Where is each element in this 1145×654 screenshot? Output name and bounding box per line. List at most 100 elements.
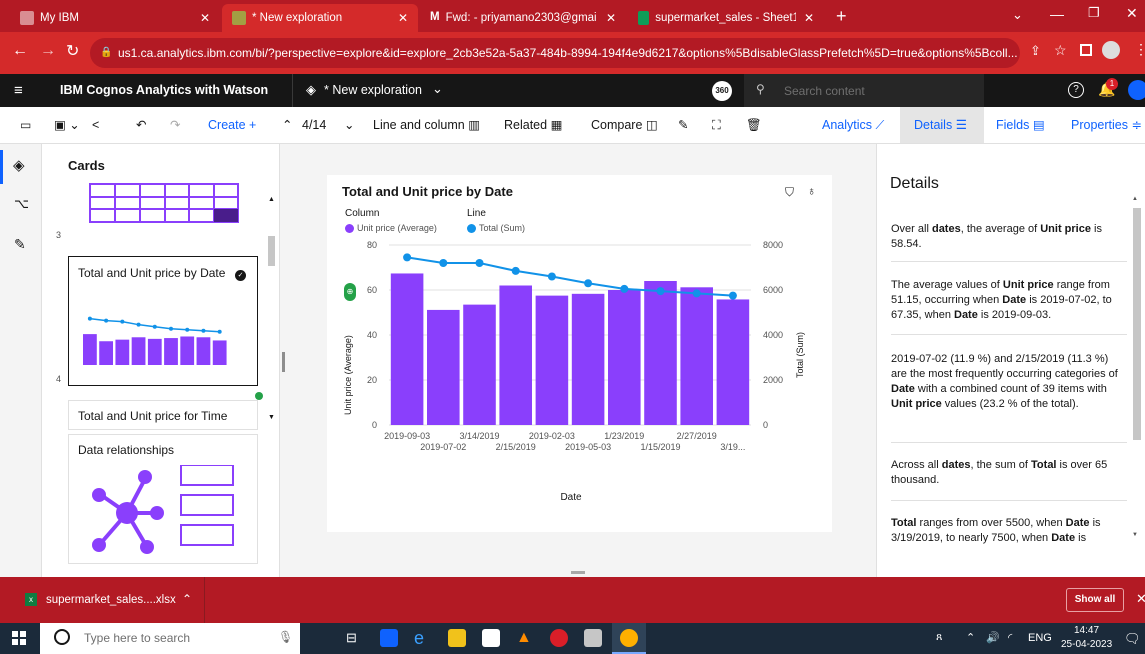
panel-resize-handle[interactable]	[282, 352, 285, 372]
bar[interactable]	[427, 309, 460, 425]
clock-time[interactable]: 14:47	[1074, 625, 1099, 636]
tab-new-exploration[interactable]: * New exploration ✕	[222, 4, 418, 32]
details-tab[interactable]: Details ☰	[914, 107, 967, 144]
bar[interactable]	[680, 287, 713, 425]
exploration-title[interactable]: * New exploration	[324, 83, 422, 97]
bar[interactable]	[571, 293, 605, 425]
edge-icon[interactable]: e	[414, 629, 432, 647]
bar[interactable]	[535, 295, 569, 425]
wifi-icon[interactable]: ◜	[1008, 631, 1012, 644]
tab-sheets[interactable]: supermarket_sales - Sheet1 - Goo ✕	[628, 4, 824, 32]
card-data-relationships[interactable]: Data relationships	[68, 434, 258, 564]
people-icon[interactable]: ጸ	[936, 631, 942, 644]
filter-icon[interactable]: ⛉	[785, 185, 794, 200]
related-button[interactable]: Related ▦	[504, 107, 562, 144]
star-icon[interactable]: ☆	[1054, 42, 1067, 59]
tab-gmail[interactable]: M Fwd: - priyamano2303@gmail.co ✕	[420, 4, 626, 32]
vlc-icon[interactable]: ▲	[516, 629, 534, 647]
scroll-down-icon[interactable]: ▼	[1132, 532, 1138, 538]
heatmap-card[interactable]	[68, 180, 258, 226]
relationship-icon[interactable]: ⌥	[14, 196, 29, 212]
line-point[interactable]	[547, 272, 556, 281]
close-icon[interactable]: ✕	[796, 11, 814, 25]
line-point[interactable]	[439, 259, 448, 267]
scroll-up-icon[interactable]: ▲	[1132, 196, 1138, 202]
share-icon[interactable]: ⇪	[1030, 43, 1041, 59]
file-explorer-icon[interactable]	[448, 629, 466, 647]
close-icon[interactable]: ✕	[192, 11, 210, 25]
delete-icon[interactable]: 🗑	[746, 107, 762, 144]
chevron-down-icon[interactable]: ⌄	[344, 107, 354, 144]
scroll-down-icon[interactable]: ▼	[268, 414, 275, 421]
chevron-down-icon[interactable]: ⌄	[432, 81, 443, 97]
windows-start-icon[interactable]	[12, 631, 26, 645]
tab-my-ibm[interactable]: My IBM ✕	[10, 4, 220, 32]
line-point[interactable]	[728, 291, 737, 300]
avatar[interactable]	[1102, 41, 1120, 59]
visualization-type-button[interactable]: Line and column ▥	[373, 107, 480, 144]
volume-icon[interactable]: 🔊	[986, 631, 1000, 644]
new-tab-button[interactable]: +	[836, 6, 847, 27]
fields-tab[interactable]: Fields ▤	[996, 107, 1045, 144]
restore-icon[interactable]: ❐	[1088, 5, 1100, 21]
chevron-up-icon[interactable]: ⌃	[282, 107, 292, 144]
bar[interactable]	[608, 290, 641, 425]
card-total-unit-price-by-date[interactable]: Total and Unit price by Date ✓	[68, 256, 258, 386]
bar[interactable]	[716, 299, 750, 425]
canvas-resize-handle[interactable]	[571, 571, 585, 574]
user-avatar[interactable]	[1128, 80, 1145, 100]
help-icon[interactable]: ?	[1068, 82, 1084, 98]
card-total-unit-price-for-time[interactable]: Total and Unit price for Time	[68, 392, 263, 430]
share-icon[interactable]: <	[92, 107, 99, 144]
line-point[interactable]	[584, 279, 593, 288]
details-scrollbar-thumb[interactable]	[1133, 208, 1141, 440]
language-indicator[interactable]: ENG	[1028, 632, 1052, 644]
insight-bulb-icon[interactable]: ♁	[807, 184, 816, 198]
pin-icon[interactable]: ✎	[678, 107, 688, 144]
line-point[interactable]	[620, 284, 629, 293]
legend-item-total[interactable]: Total (Sum)	[467, 223, 525, 233]
close-window-icon[interactable]: ✕	[1126, 5, 1138, 22]
minimize-icon[interactable]: —	[1050, 6, 1064, 22]
redo-icon[interactable]: ↷	[170, 107, 180, 144]
assistant-360-badge[interactable]: 360	[712, 81, 732, 101]
app-icon[interactable]	[584, 629, 602, 647]
search-box[interactable]: ⚲ Search content	[744, 74, 984, 107]
legend-item-unit-price[interactable]: Unit price (Average)	[345, 223, 437, 233]
chevron-up-icon[interactable]: ⌃	[182, 592, 192, 606]
bar[interactable]	[499, 285, 532, 426]
compare-button[interactable]: Compare ◫	[591, 107, 658, 144]
cards-scrollbar-thumb[interactable]	[268, 236, 275, 266]
close-icon[interactable]: ✕	[598, 11, 616, 25]
reload-icon[interactable]: ↻	[66, 41, 79, 61]
tab-search-icon[interactable]	[1080, 44, 1092, 56]
exploration-cards-icon[interactable]: ◈	[13, 156, 25, 174]
back-icon[interactable]: ←	[12, 42, 28, 60]
task-view-icon[interactable]: ⊟	[346, 630, 357, 646]
pin-icon[interactable]: ✎	[14, 236, 26, 253]
create-button[interactable]: Create +	[208, 107, 256, 144]
chevron-up-icon[interactable]: ⌃	[966, 631, 975, 644]
properties-tab[interactable]: Properties ≑	[1071, 107, 1142, 144]
menu-kebab-icon[interactable]: ⋮	[1134, 41, 1145, 58]
focus-icon[interactable]: ⛶	[712, 107, 721, 144]
download-item[interactable]: x supermarket_sales....xlsx ⌃	[0, 577, 205, 623]
mail-icon[interactable]	[380, 629, 398, 647]
chevron-down-icon[interactable]: ⌄	[1012, 7, 1023, 23]
line-point[interactable]	[692, 289, 701, 298]
line-point[interactable]	[511, 266, 520, 275]
line-point[interactable]	[475, 259, 484, 267]
clock-date[interactable]: 25-04-2023	[1061, 639, 1112, 650]
notification-center-icon[interactable]: 🗨	[1124, 631, 1141, 647]
bar[interactable]	[463, 304, 496, 425]
active-app[interactable]	[612, 623, 646, 654]
analytics-tab[interactable]: Analytics ⟋	[822, 107, 884, 144]
close-icon[interactable]: ✕	[390, 11, 408, 25]
undo-icon[interactable]: ↶	[136, 107, 146, 144]
forward-icon[interactable]: →	[40, 42, 56, 60]
bar[interactable]	[644, 281, 677, 425]
url-field[interactable]: 🔒 us1.ca.analytics.ibm.com/bi/?perspecti…	[90, 38, 1020, 68]
chrome-icon[interactable]	[550, 629, 568, 647]
line-point[interactable]	[403, 253, 412, 262]
taskbar-search[interactable]: Type here to search 🎙	[40, 623, 300, 654]
